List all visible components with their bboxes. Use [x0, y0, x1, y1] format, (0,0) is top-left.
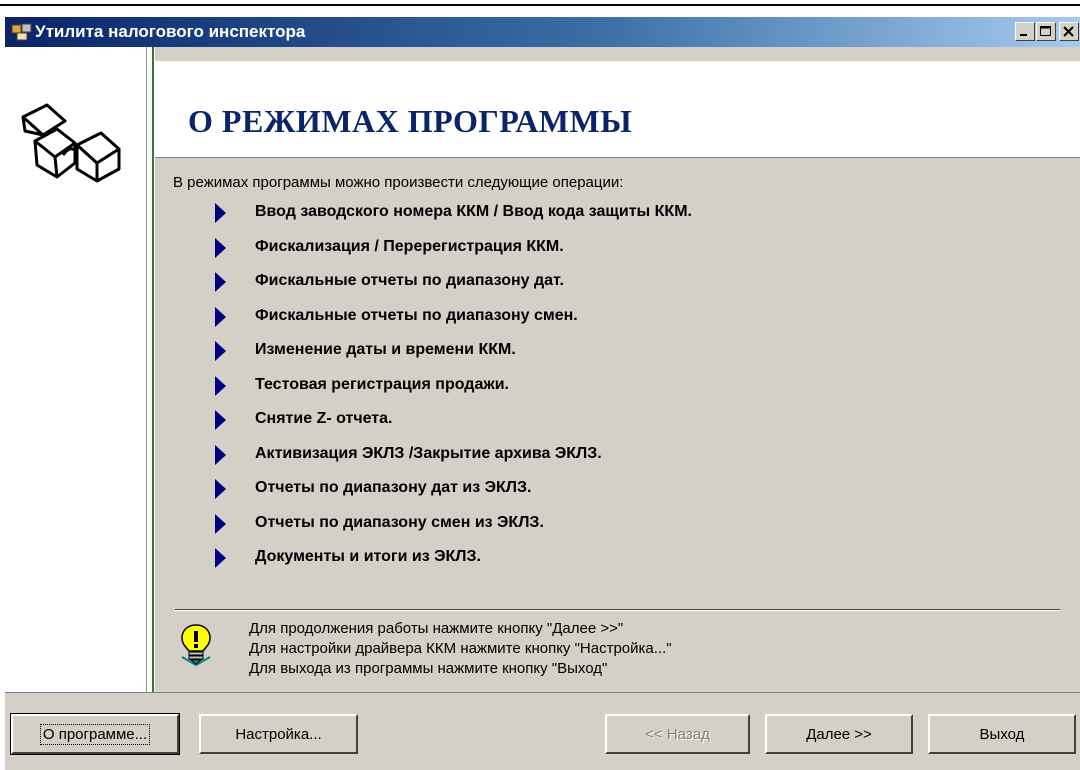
- operation-label: Отчеты по диапазону смен из ЭКЛЗ.: [255, 513, 544, 531]
- arrow-right-icon: [215, 375, 226, 396]
- back-button[interactable]: << Назад: [605, 714, 750, 754]
- close-button[interactable]: [1059, 22, 1079, 41]
- about-button[interactable]: О программе...: [10, 713, 180, 755]
- operation-label: Отчеты по диапазону дат из ЭКЛЗ.: [255, 479, 532, 496]
- arrow-right-icon: [215, 513, 226, 534]
- exit-button[interactable]: Выход: [928, 714, 1076, 754]
- left-panel: [5, 47, 145, 692]
- arrow-right-icon: [215, 203, 226, 223]
- operation-label: Фискализация / Перерегистрация ККМ.: [255, 237, 564, 255]
- left-accent-line: [152, 47, 154, 692]
- operation-label: Фискальные отчеты по диапазону дат.: [255, 272, 564, 289]
- back-button-label: << Назад: [645, 725, 710, 743]
- operation-label: Тестовая регистрация продажи.: [255, 375, 509, 393]
- intro-text: В режимах программы можно произвести сле…: [173, 174, 624, 191]
- button-bar: О программе... Настройка... << Назад Дал…: [5, 692, 1080, 770]
- arrow-right-icon: [215, 272, 226, 292]
- operation-label: Ввод заводского номера ККМ / Ввод кода з…: [255, 203, 692, 220]
- next-button[interactable]: Далее >>: [765, 714, 913, 754]
- maximize-icon: [1040, 26, 1051, 36]
- hints-block: Для продолжения работы нажмите кнопку "Д…: [249, 619, 672, 679]
- lightbulb-icon: [181, 624, 211, 667]
- content-area: О РЕЖИМАХ ПРОГРАММЫ В режимах программы …: [155, 47, 1080, 692]
- separator: [175, 609, 1060, 611]
- minimize-icon: [1020, 34, 1027, 36]
- exit-button-label: Выход: [979, 725, 1025, 743]
- arrow-right-icon: [215, 479, 226, 499]
- main-window: Утилита налогового инспектора О РЕЖИМАХ …: [5, 17, 1080, 770]
- page-title: О РЕЖИМАХ ПРОГРАММЫ: [188, 103, 633, 139]
- arrow-right-icon: [215, 341, 226, 361]
- arrow-right-icon: [215, 237, 226, 258]
- operation-label: Активизация ЭКЛЗ /Закрытие архива ЭКЛЗ.: [255, 444, 602, 462]
- window-title: Утилита налогового инспектора: [35, 22, 306, 41]
- minimize-button[interactable]: [1015, 22, 1035, 41]
- arrow-right-icon: [215, 410, 226, 430]
- title-bar[interactable]: Утилита налогового инспектора: [5, 17, 1080, 47]
- arrow-right-icon: [215, 306, 226, 327]
- about-button-label: О программе...: [39, 723, 151, 745]
- operation-label: Снятие Z- отчета.: [255, 410, 393, 427]
- app-icon[interactable]: [11, 22, 33, 42]
- cubes-logo: [21, 103, 121, 183]
- next-button-label: Далее >>: [806, 725, 872, 743]
- hint-line: Для настройки драйвера ККМ нажмите кнопк…: [249, 640, 672, 657]
- hint-line: Для выхода из программы нажмите кнопку "…: [249, 660, 608, 677]
- header-panel: О РЕЖИМАХ ПРОГРАММЫ: [155, 61, 1080, 158]
- maximize-button[interactable]: [1036, 22, 1056, 41]
- left-divider: [146, 47, 147, 692]
- settings-button-label: Настройка...: [235, 725, 322, 743]
- arrow-right-icon: [215, 548, 226, 568]
- close-icon: [1063, 26, 1074, 37]
- operation-label: Фискальные отчеты по диапазону смен.: [255, 306, 578, 324]
- top-border: [0, 0, 1080, 6]
- settings-button[interactable]: Настройка...: [199, 714, 358, 754]
- operation-label: Документы и итоги из ЭКЛЗ.: [255, 548, 481, 565]
- hint-line: Для продолжения работы нажмите кнопку "Д…: [249, 620, 624, 637]
- operation-label: Изменение даты и времени ККМ.: [255, 341, 516, 358]
- wizard-body: О РЕЖИМАХ ПРОГРАММЫ В режимах программы …: [5, 47, 1080, 692]
- arrow-right-icon: [215, 444, 226, 465]
